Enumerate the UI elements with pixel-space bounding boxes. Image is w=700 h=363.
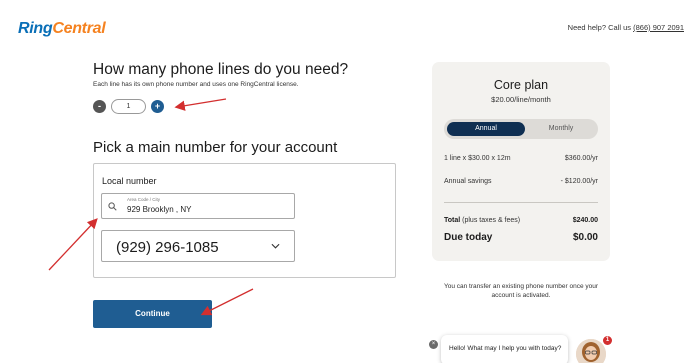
due-today-value: $0.00: [572, 232, 598, 243]
lines-question-title: How many phone lines do you need?: [93, 61, 349, 78]
chat-notification-badge: 1: [603, 336, 612, 345]
total-value: $240.00: [572, 217, 598, 224]
chat-close-icon[interactable]: ×: [429, 340, 438, 349]
toggle-monthly[interactable]: Monthly: [526, 122, 596, 136]
line-calc-label: 1 line x $30.00 x 12m: [444, 155, 511, 162]
ringcentral-logo[interactable]: RingCentral: [18, 20, 106, 38]
toggle-annual[interactable]: Annual: [447, 122, 525, 136]
plan-summary-card: Core plan $20.00/line/month Annual Month…: [432, 62, 610, 261]
area-code-label: Area Code / City: [127, 197, 161, 202]
logo-ring: Ring: [18, 20, 53, 37]
chat-agent-avatar[interactable]: [576, 339, 606, 363]
billing-toggle: Annual Monthly: [444, 119, 598, 139]
help-label: Need help? Call us: [567, 23, 632, 32]
area-code-input[interactable]: Area Code / City 929 Brooklyn , NY: [101, 193, 295, 219]
logo-central: Central: [52, 20, 106, 37]
help-text: Need help? Call us (866) 907 2091: [568, 23, 684, 32]
plan-divider: [444, 202, 598, 203]
transfer-note: You can transfer an existing phone numbe…: [443, 283, 599, 299]
savings-row: Annual savings - $120.00/yr: [444, 178, 598, 185]
due-today-label: Due today: [444, 232, 493, 243]
plan-price: $20.00/line/month: [491, 95, 551, 104]
decrement-button[interactable]: -: [93, 100, 106, 113]
quantity-input[interactable]: 1: [111, 99, 146, 114]
continue-button[interactable]: Continue: [93, 300, 212, 328]
agent-portrait-icon: [576, 339, 606, 363]
search-icon: [108, 202, 117, 211]
total-row: Total (plus taxes & fees) $240.00: [444, 217, 598, 224]
savings-value: - $120.00/yr: [560, 178, 598, 185]
line-calc-value: $360.00/yr: [564, 155, 598, 162]
help-phone-link[interactable]: (866) 907 2091: [633, 23, 684, 32]
total-label-note: (plus taxes & fees): [460, 217, 521, 224]
increment-button[interactable]: +: [151, 100, 164, 113]
arrow-to-increment: [174, 98, 227, 111]
area-code-value: 929 Brooklyn , NY: [127, 205, 192, 214]
chat-message: Hello! What may I help you with today?: [449, 345, 562, 352]
local-number-panel: Local number Area Code / City 929 Brookl…: [93, 163, 396, 278]
chevron-down-icon: [271, 243, 280, 249]
line-calc-row: 1 line x $30.00 x 12m $360.00/yr: [444, 155, 598, 162]
local-number-label: Local number: [102, 176, 157, 186]
phone-number-select[interactable]: (929) 296-1085: [101, 230, 295, 262]
line-quantity-stepper: - 1 +: [93, 99, 164, 114]
arrow-to-area-input: [48, 218, 98, 271]
plan-title: Core plan: [493, 78, 549, 92]
savings-label: Annual savings: [444, 178, 492, 185]
chat-bubble[interactable]: Hello! What may I help you with today?: [441, 335, 568, 363]
lines-question-subtitle: Each line has its own phone number and u…: [93, 81, 299, 88]
pick-number-title: Pick a main number for your account: [93, 139, 338, 156]
selected-phone-number: (929) 296-1085: [116, 239, 219, 256]
due-today-row: Due today $0.00: [444, 232, 598, 243]
total-label: Total: [444, 217, 461, 224]
